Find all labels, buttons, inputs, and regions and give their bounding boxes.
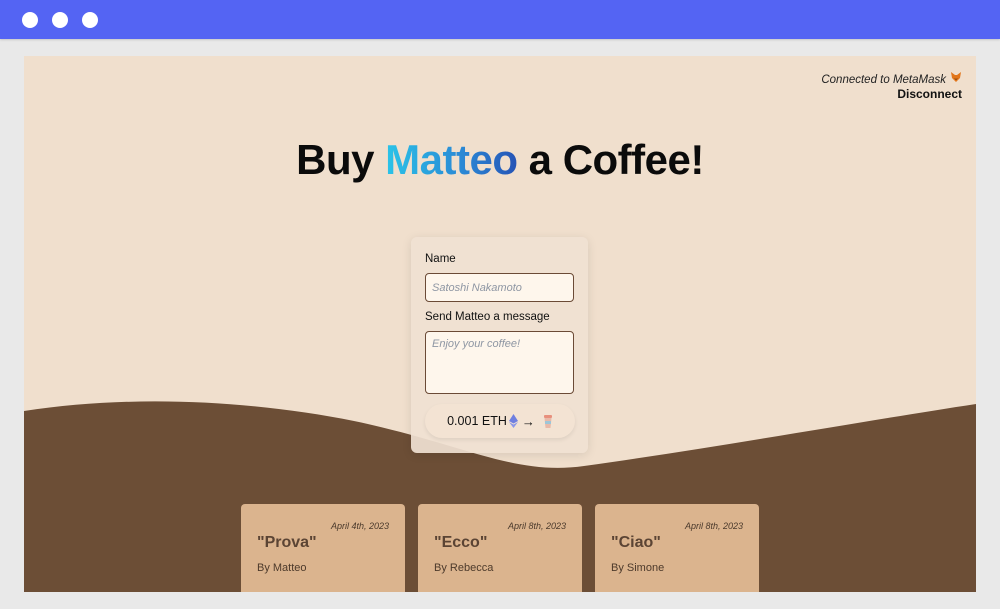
buy-amount: 0.001 ETH [447, 414, 507, 428]
memo-author: By Matteo [257, 562, 307, 574]
title-suffix: a Coffee! [517, 136, 705, 183]
name-label: Name [425, 253, 456, 265]
wallet-connection: Connected to MetaMask Disconnect [821, 72, 962, 102]
page-viewport: Connected to MetaMask Disconnect Buy Mat… [24, 56, 976, 592]
memo-message: "Ciao" [611, 534, 661, 551]
disconnect-button[interactable]: Disconnect [821, 87, 962, 102]
window-minimize-dot[interactable] [52, 12, 68, 28]
title-prefix: Buy [296, 136, 386, 183]
message-label: Send Matteo a message [425, 311, 550, 323]
memo-card: April 8th, 2023 "Ciao" By Simone [595, 504, 759, 592]
memo-card: April 4th, 2023 "Prova" By Matteo [241, 504, 405, 592]
message-textarea[interactable] [425, 331, 574, 394]
page-title: Buy Matteo a Coffee! [24, 136, 976, 184]
window-close-dot[interactable] [22, 12, 38, 28]
buy-coffee-button[interactable]: 0.001 ETH → [425, 404, 575, 438]
memo-date: April 4th, 2023 [330, 521, 389, 531]
ethereum-icon [508, 414, 518, 428]
coffee-form-card: Name Send Matteo a message 0.001 ETH → [411, 237, 588, 453]
browser-titlebar [0, 0, 1000, 39]
memo-message: "Prova" [257, 534, 317, 551]
memo-author: By Simone [611, 562, 665, 574]
arrow-right-icon: → [521, 413, 535, 429]
name-input[interactable] [425, 273, 574, 302]
title-name-highlight: Matteo [385, 136, 518, 183]
fox-icon [950, 72, 962, 87]
memo-date: April 8th, 2023 [507, 521, 566, 531]
memo-author: By Rebecca [434, 562, 494, 574]
window-maximize-dot[interactable] [82, 12, 98, 28]
connection-status: Connected to MetaMask [821, 72, 962, 87]
memo-card: April 8th, 2023 "Ecco" By Rebecca [418, 504, 582, 592]
memo-message: "Ecco" [434, 534, 488, 551]
memo-date: April 8th, 2023 [684, 521, 743, 531]
coffee-cup-icon [543, 414, 552, 428]
